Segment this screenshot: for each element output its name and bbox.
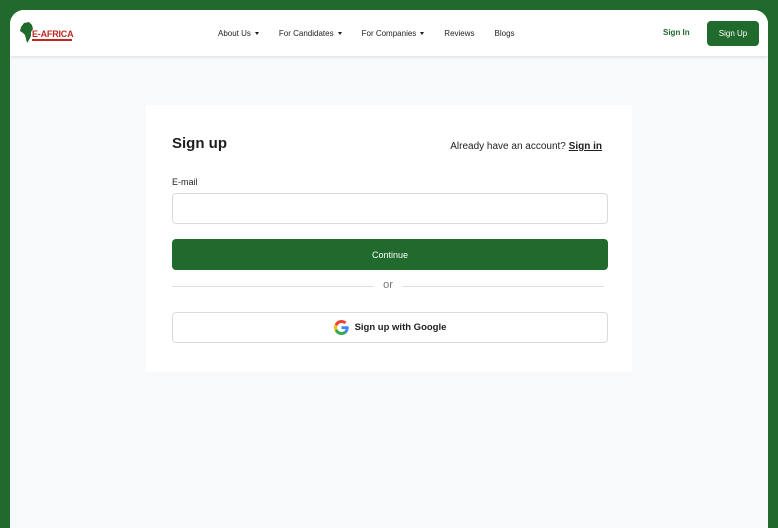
page-title: Sign up (172, 135, 227, 152)
nav-item-about-us[interactable]: About Us (218, 29, 259, 38)
google-signup-button[interactable]: Sign up with Google (172, 312, 608, 343)
nav-item-for-candidates[interactable]: For Candidates (279, 29, 342, 38)
google-g-icon (333, 320, 349, 335)
caret-down-icon (337, 31, 342, 35)
page-frame: E-AFRICA About Us For Candidates For Com… (10, 10, 768, 528)
nav-item-label: For Candidates (278, 28, 334, 38)
divider-right (402, 286, 604, 287)
account-prompt-text: Already have an account? (450, 141, 566, 152)
divider-left (172, 286, 374, 287)
nav-item-label: About Us (218, 28, 251, 38)
google-signup-label: Sign up with Google (354, 322, 447, 333)
email-label: E-mail (172, 177, 198, 187)
caret-down-icon (420, 31, 425, 35)
account-prompt: Already have an account? Sign in (450, 141, 602, 152)
caret-down-icon (254, 31, 259, 35)
nav-item-reviews[interactable]: Reviews (444, 29, 474, 38)
continue-button[interactable]: Continue (172, 239, 608, 270)
divider-or-text: or (383, 279, 393, 291)
nav-item-label: For Companies (361, 28, 417, 38)
logo-text: E-AFRICA (32, 29, 74, 39)
sign-in-link[interactable]: Sign in (569, 141, 602, 152)
nav-item-blogs[interactable]: Blogs (495, 29, 515, 38)
header-sign-in-link[interactable]: Sign In (663, 28, 690, 37)
signup-card: Sign up Already have an account? Sign in… (146, 105, 632, 372)
brand-logo[interactable]: E-AFRICA (20, 22, 76, 44)
nav-item-label: Blogs (494, 28, 515, 38)
email-field[interactable] (172, 193, 608, 224)
nav-item-for-companies[interactable]: For Companies (362, 29, 425, 38)
nav-item-label: Reviews (444, 28, 475, 38)
header-sign-up-button[interactable]: Sign Up (707, 21, 759, 46)
top-navbar: E-AFRICA About Us For Candidates For Com… (10, 10, 768, 56)
main-nav: About Us For Candidates For Companies Re… (218, 10, 535, 56)
logo-underline (32, 39, 72, 41)
